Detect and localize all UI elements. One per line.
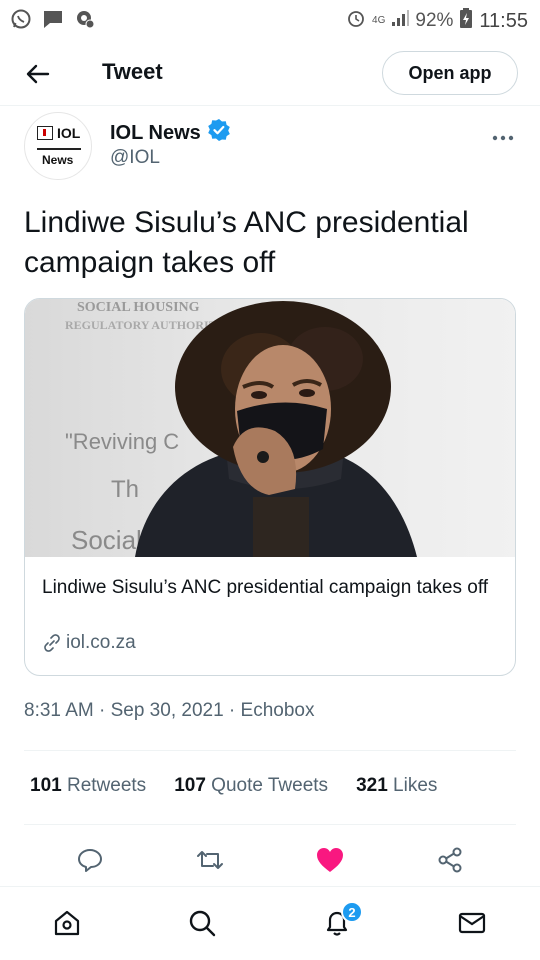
divider xyxy=(24,750,516,751)
card-title: Lindiwe Sisulu’s ANC presidential campai… xyxy=(42,577,489,598)
share-icon xyxy=(438,847,462,873)
mail-icon xyxy=(458,912,486,934)
tweet-stats: 101 Retweets 107 Quote Tweets 321 Likes xyxy=(30,775,437,797)
more-options-icon[interactable] xyxy=(492,124,514,147)
like-button[interactable] xyxy=(310,840,350,880)
status-right-icons: 4G 92% 11:55 xyxy=(346,7,528,35)
search-icon xyxy=(189,910,216,937)
backdrop-text-3: "Reviving C xyxy=(65,429,179,454)
tweet-actions xyxy=(0,840,540,880)
clock: 11:55 xyxy=(479,9,528,32)
notification-badge: 2 xyxy=(341,901,363,923)
author-name[interactable]: IOL News xyxy=(110,118,231,148)
reply-icon xyxy=(78,849,102,872)
author-handle[interactable]: @IOL xyxy=(110,147,160,169)
iol-logo-news: News xyxy=(42,153,74,167)
whatsapp-icon xyxy=(10,8,32,30)
status-bar: 4G 92% 11:55 xyxy=(0,0,540,40)
nav-notifications[interactable]: 2 xyxy=(315,901,363,945)
nav-search[interactable] xyxy=(180,901,224,945)
message-icon xyxy=(42,8,64,30)
heart-filled-icon xyxy=(317,848,343,872)
tweet-text: Lindiwe Sisulu’s ANC presidential campai… xyxy=(24,206,469,279)
battery-percent: 92% xyxy=(415,10,454,31)
home-icon xyxy=(54,910,80,936)
reply-button[interactable] xyxy=(70,840,110,880)
alarm-icon xyxy=(346,8,366,34)
link-card[interactable]: SOCIAL HOUSING REGULATORY AUTHORITY "Rev… xyxy=(24,298,516,676)
nav-home[interactable] xyxy=(45,901,89,945)
page-title: Tweet xyxy=(102,59,163,84)
backdrop-text-1: SOCIAL HOUSING xyxy=(77,300,200,315)
avatar[interactable]: IOL News xyxy=(24,112,92,180)
link-icon xyxy=(44,634,60,652)
backdrop-text-2: REGULATORY AUTHORITY xyxy=(65,318,226,332)
retweet-button[interactable] xyxy=(190,840,230,880)
retweets-stat[interactable]: 101 Retweets xyxy=(30,775,146,797)
back-button[interactable] xyxy=(22,58,54,90)
quote-tweets-stat[interactable]: 107 Quote Tweets xyxy=(174,775,328,797)
share-button[interactable] xyxy=(430,840,470,880)
card-domain-label: iol.co.za xyxy=(66,632,136,653)
top-header: Tweet Open app xyxy=(0,44,540,106)
signal-icon xyxy=(391,9,410,33)
settings-icon xyxy=(74,8,96,30)
nav-messages[interactable] xyxy=(450,901,494,945)
open-app-button[interactable]: Open app xyxy=(382,51,518,95)
status-left-icons xyxy=(10,8,96,30)
likes-stat[interactable]: 321 Likes xyxy=(356,775,437,797)
network-type: 4G xyxy=(372,15,386,26)
card-image: SOCIAL HOUSING REGULATORY AUTHORITY "Rev… xyxy=(25,299,515,557)
backdrop-text-4: Th xyxy=(111,476,139,503)
tweet-timestamp[interactable]: 8:31 AM · Sep 30, 2021 · Echobox xyxy=(24,700,314,722)
backdrop-text-5: Social xyxy=(71,525,142,555)
author-name-label: IOL News xyxy=(110,121,201,144)
battery-icon xyxy=(459,7,473,35)
verified-badge-icon xyxy=(207,118,231,148)
retweet-icon xyxy=(197,851,223,869)
card-domain: iol.co.za xyxy=(42,632,136,654)
arrow-left-icon xyxy=(26,64,50,84)
bottom-nav: 2 xyxy=(0,886,540,960)
iol-logo: IOL xyxy=(37,125,80,141)
divider xyxy=(24,824,516,825)
